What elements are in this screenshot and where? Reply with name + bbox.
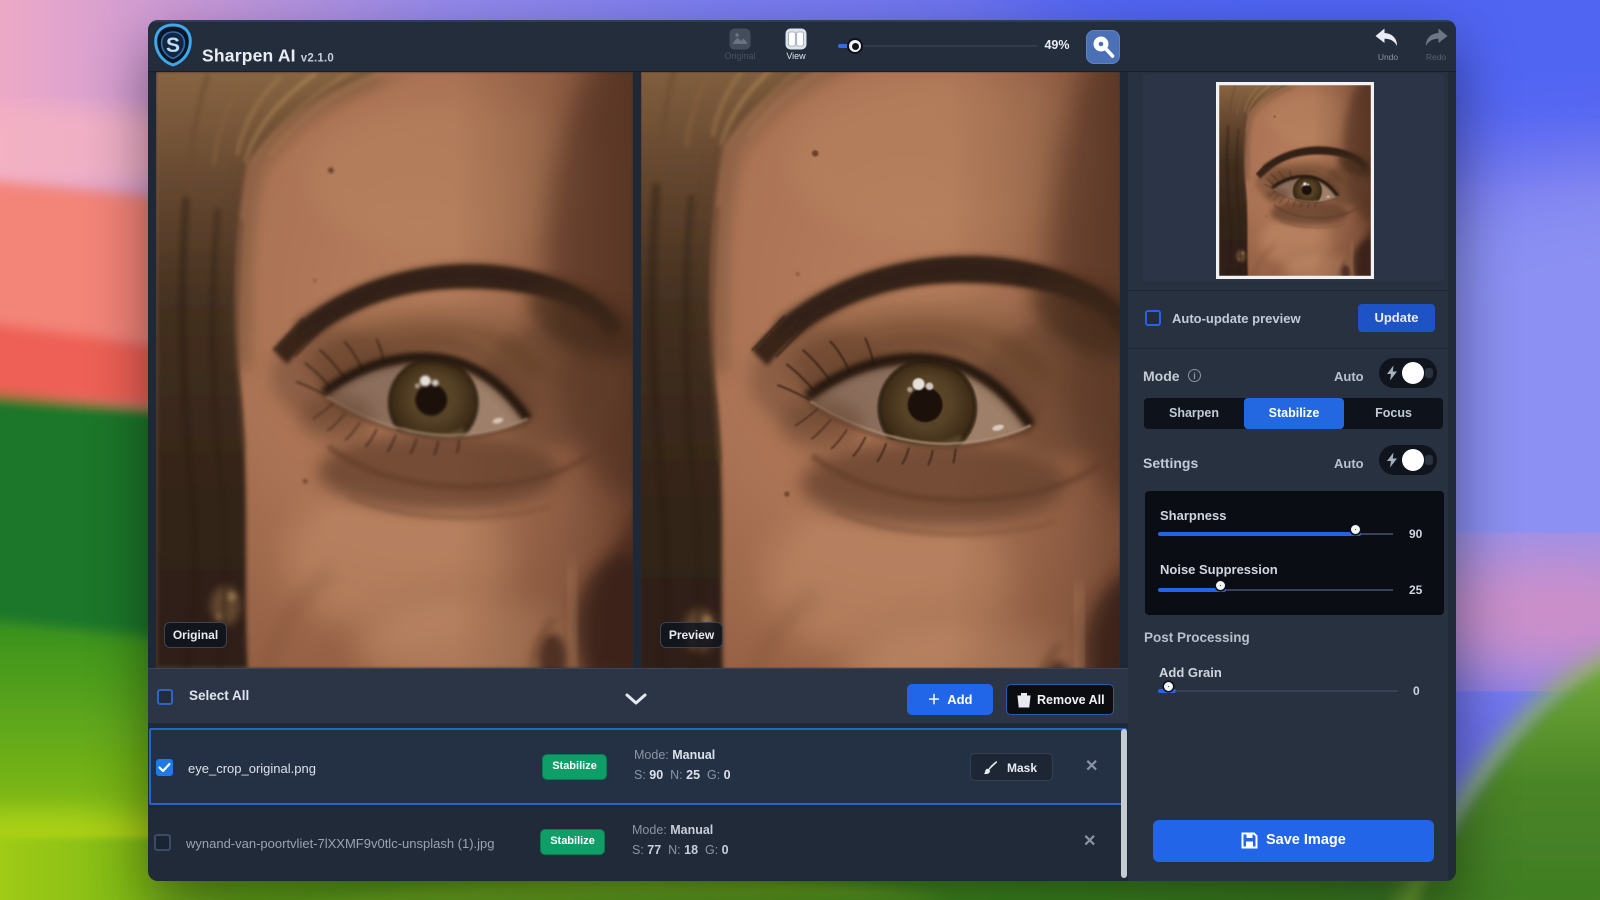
svg-text:S: S (166, 34, 180, 57)
